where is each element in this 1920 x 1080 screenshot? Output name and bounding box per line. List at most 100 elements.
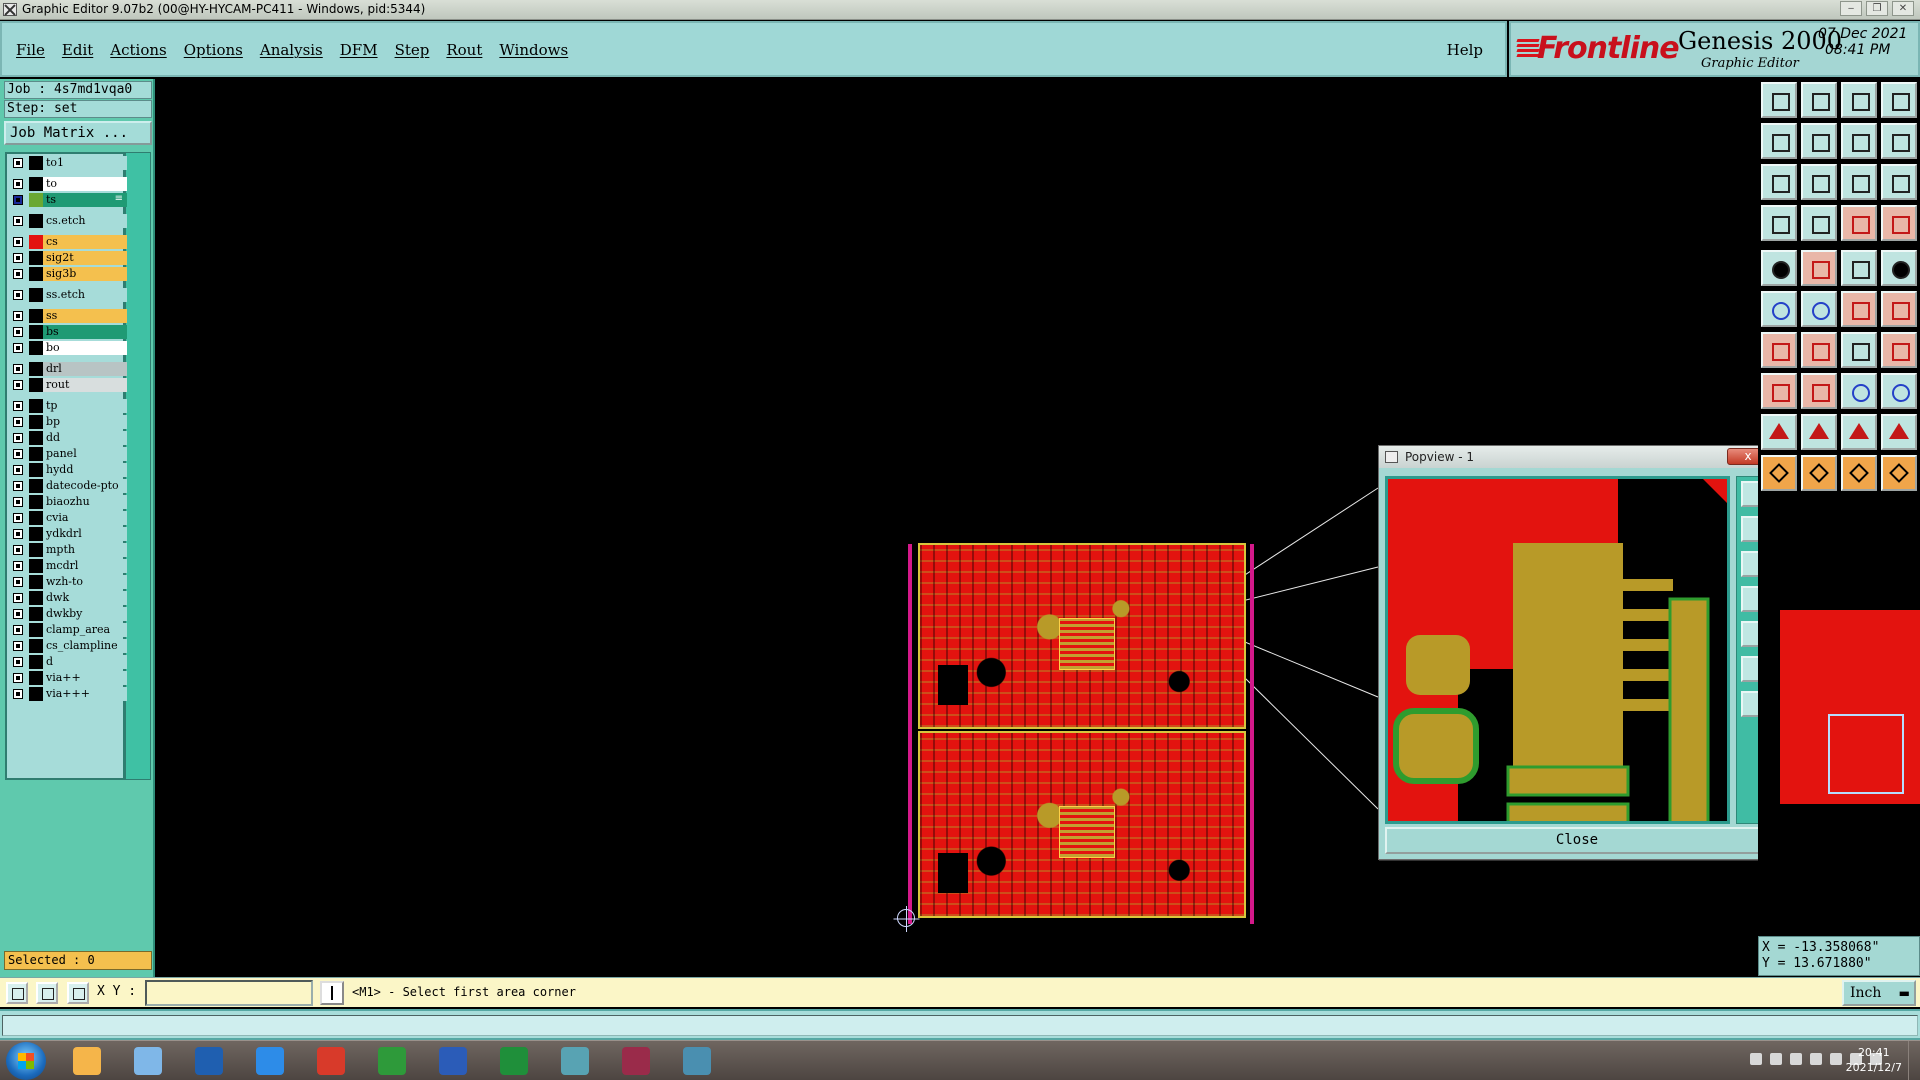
layer-color-swatch[interactable] (29, 362, 43, 376)
layer-color-swatch[interactable] (29, 623, 43, 637)
text-icon[interactable] (1801, 414, 1837, 450)
home-icon[interactable] (1841, 82, 1877, 118)
move-icon[interactable] (1881, 455, 1917, 491)
taskbar-word[interactable] (426, 1043, 480, 1079)
connect-icon[interactable] (1841, 291, 1877, 327)
layer-color-swatch[interactable] (29, 639, 43, 653)
menu-help[interactable]: Help (1447, 41, 1483, 59)
layer-checkbox[interactable] (13, 417, 23, 427)
units-selector[interactable]: Inch ▬ (1842, 980, 1916, 1006)
popview-titlebar[interactable]: Popview - 1 x (1379, 446, 1773, 468)
keyboard-icon[interactable] (1750, 1053, 1762, 1065)
layer-checkbox[interactable] (13, 158, 23, 168)
layer-row[interactable]: tp (9, 399, 127, 413)
taskbar-foxit[interactable] (304, 1043, 358, 1079)
layer-color-swatch[interactable] (29, 511, 43, 525)
copy-icon[interactable] (1881, 373, 1917, 409)
menu-file[interactable]: File (16, 41, 45, 59)
open-icon[interactable] (1761, 82, 1797, 118)
layer-row[interactable]: cs (9, 235, 127, 249)
xy-input[interactable] (145, 980, 313, 1006)
job-matrix-button[interactable]: Job Matrix ... (4, 121, 152, 145)
snap-mode-icon[interactable] (6, 982, 28, 1004)
pcb-board-top[interactable] (918, 543, 1246, 729)
zoom-fit-icon[interactable] (1761, 164, 1797, 200)
layer-color-swatch[interactable] (29, 575, 43, 589)
menu-analysis[interactable]: Analysis (260, 41, 323, 59)
minimap-viewport[interactable] (1828, 714, 1904, 794)
measure-mode-icon[interactable] (67, 982, 89, 1004)
layer-color-swatch[interactable] (29, 463, 43, 477)
minimize-button[interactable]: ‒ (1840, 1, 1862, 16)
layer-row[interactable]: to1 (9, 156, 127, 170)
layer-checkbox[interactable] (13, 481, 23, 491)
layer-row[interactable]: dwk (9, 591, 127, 605)
layer-color-swatch[interactable] (29, 309, 43, 323)
dot-icon[interactable] (1881, 250, 1917, 286)
layer-checkbox[interactable] (13, 641, 23, 651)
feature-icon[interactable] (1801, 250, 1837, 286)
layer-color-swatch[interactable] (29, 267, 43, 281)
layer-row[interactable]: bp (9, 415, 127, 429)
layer-color-swatch[interactable] (29, 431, 43, 445)
layer-color-swatch[interactable] (29, 655, 43, 669)
menu-dfm[interactable]: DFM (340, 41, 378, 59)
layer-checkbox[interactable] (13, 380, 23, 390)
layer-checkbox[interactable] (13, 433, 23, 443)
save-icon[interactable] (1801, 82, 1837, 118)
layer-row[interactable]: ydkdrl (9, 527, 127, 541)
layer-checkbox[interactable] (13, 449, 23, 459)
menu-actions[interactable]: Actions (110, 41, 166, 59)
properties-icon[interactable] (1761, 205, 1797, 241)
layer-color-swatch[interactable] (29, 214, 43, 228)
layer-color-swatch[interactable] (29, 341, 43, 355)
mirror-icon[interactable] (1881, 332, 1917, 368)
layer-row[interactable]: cs.etch (9, 214, 127, 228)
layer-row[interactable]: panel (9, 447, 127, 461)
help-icon[interactable] (1770, 1053, 1782, 1065)
layer-color-swatch[interactable] (29, 479, 43, 493)
layer-checkbox[interactable] (13, 673, 23, 683)
layer-checkbox[interactable] (13, 253, 23, 263)
layer-row[interactable]: dd (9, 431, 127, 445)
taskbar-save[interactable] (182, 1043, 236, 1079)
layer-row[interactable]: d (9, 655, 127, 669)
layer-row[interactable]: wzh-to (9, 575, 127, 589)
volume-icon[interactable] (1830, 1053, 1842, 1065)
layer-row[interactable]: datecode-pto (9, 479, 127, 493)
menu-windows[interactable]: Windows (499, 41, 568, 59)
popview-close-button[interactable]: Close (1385, 827, 1769, 854)
layers-red2-icon[interactable] (1881, 205, 1917, 241)
layer-checkbox[interactable] (13, 657, 23, 667)
cursor-icon[interactable] (1841, 455, 1877, 491)
layer-row[interactable]: dwkby (9, 607, 127, 621)
select-icon[interactable] (1761, 455, 1797, 491)
taskbar-excel[interactable] (487, 1043, 541, 1079)
pcb-board-bottom[interactable] (918, 731, 1246, 918)
grid-mode-icon[interactable] (36, 982, 58, 1004)
menu-rout[interactable]: Rout (446, 41, 482, 59)
line-icon[interactable] (1761, 332, 1797, 368)
layer-color-swatch[interactable] (29, 447, 43, 461)
network-icon[interactable] (1790, 1053, 1802, 1065)
layer-checkbox[interactable] (13, 237, 23, 247)
layer-row[interactable]: cs_clampline (9, 639, 127, 653)
layer-checkbox[interactable] (13, 513, 23, 523)
layer-list-scrollbar[interactable] (125, 152, 151, 780)
menu-step[interactable]: Step (395, 41, 430, 59)
layer-checkbox[interactable] (13, 593, 23, 603)
layer-checkbox[interactable] (13, 497, 23, 507)
show-desktop-button[interactable] (1908, 1041, 1920, 1080)
layer-checkbox[interactable] (13, 216, 23, 226)
layer-checkbox[interactable] (13, 311, 23, 321)
ruler-icon[interactable] (1841, 250, 1877, 286)
redo-icon[interactable] (1801, 123, 1837, 159)
layer-row[interactable]: drl (9, 362, 127, 376)
layer-row[interactable]: cvia (9, 511, 127, 525)
layer-color-swatch[interactable] (29, 543, 43, 557)
layer-checkbox[interactable] (13, 561, 23, 571)
layer-row[interactable]: bs (9, 325, 127, 339)
layer-row[interactable]: sig2t (9, 251, 127, 265)
layer-color-swatch[interactable] (29, 177, 43, 191)
layer-color-swatch[interactable] (29, 495, 43, 509)
